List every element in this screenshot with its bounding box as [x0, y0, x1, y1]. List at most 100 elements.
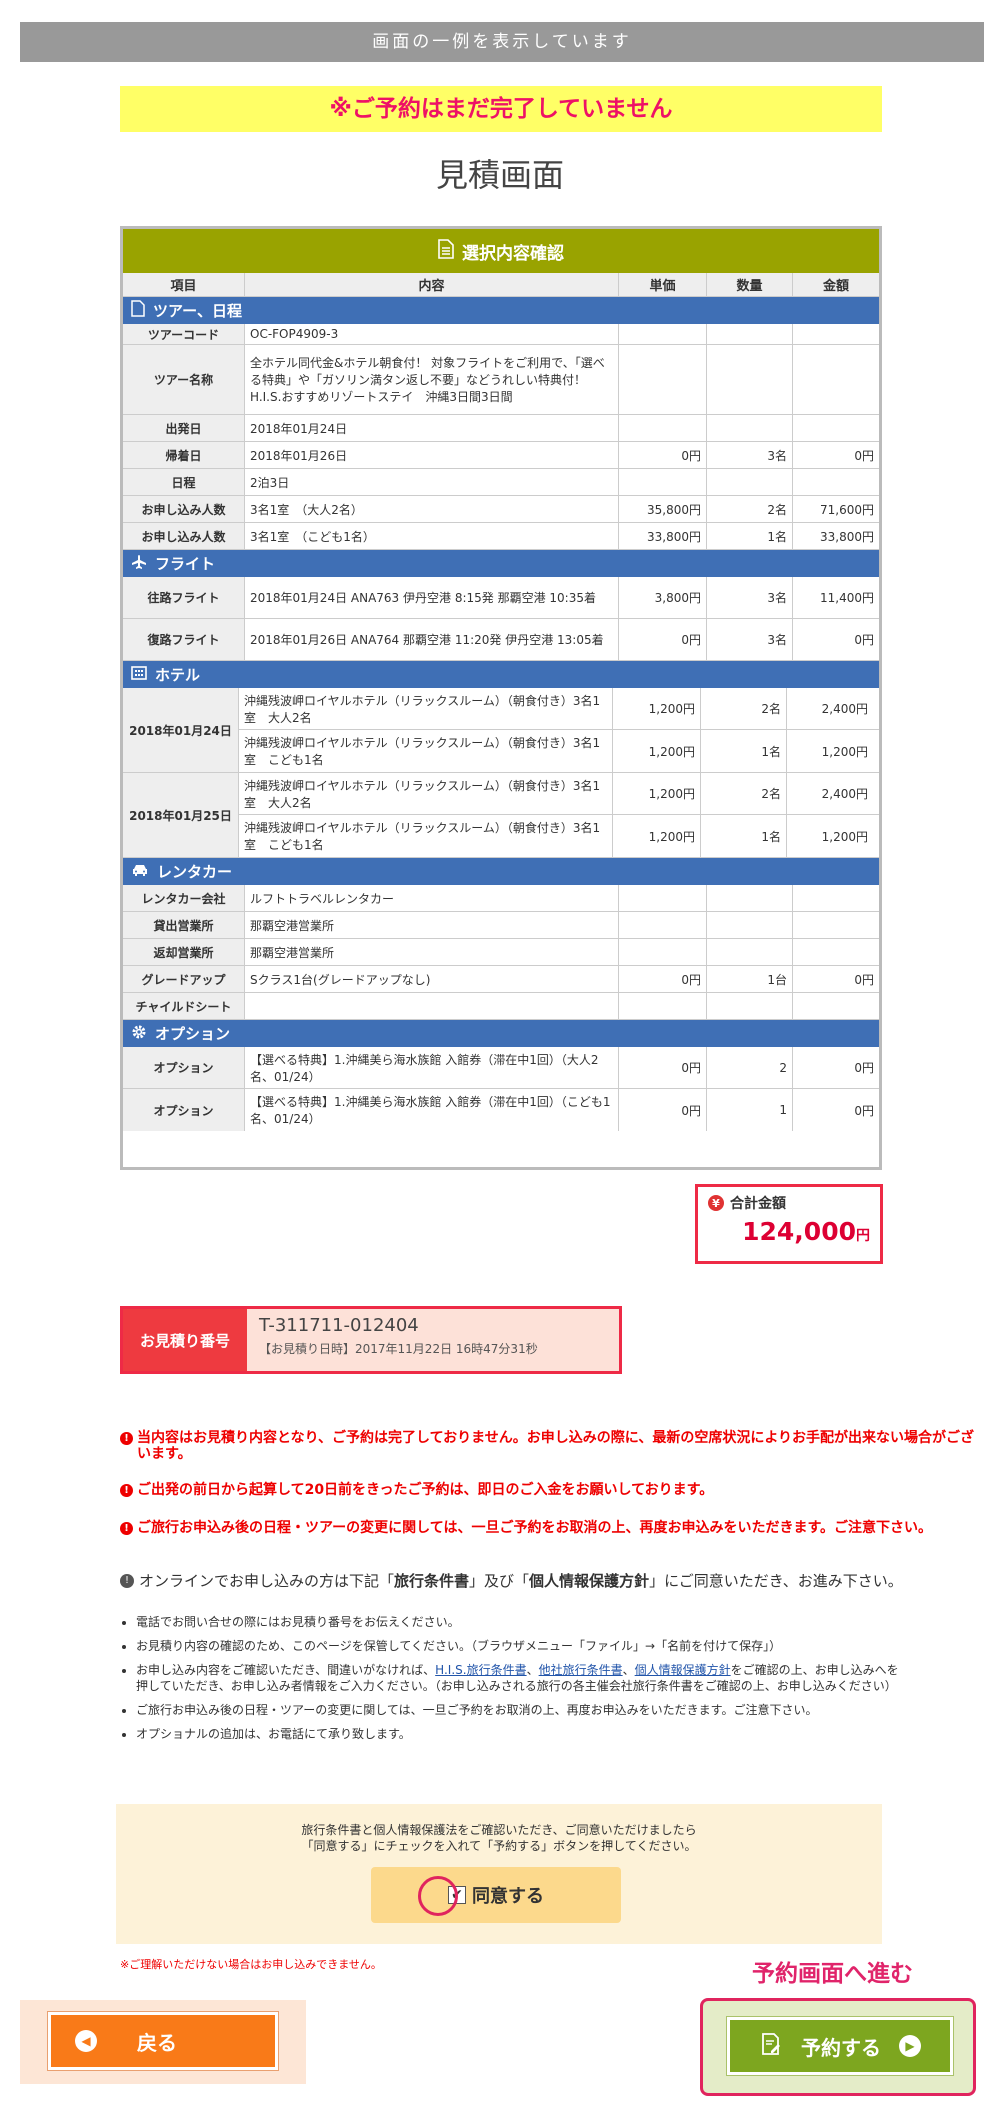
row-amount	[793, 469, 879, 495]
agreement-note: ※ご理解いただけない場合はお申し込みできません。	[120, 1958, 382, 1971]
table-row: 往路フライト 2018年01月24日 ANA763 伊丹空港 8:15発 那覇空…	[123, 577, 879, 619]
reserve-button[interactable]: 予約する ▶	[727, 2017, 953, 2075]
list-item: 電話でお問い合せの際にはお見積り番号をお伝えください。	[136, 1614, 900, 1630]
row-content: 【選べる特典】1.沖縄美ら海水族館 入館券（滞在中1回）（大人2名、01/24）	[245, 1047, 619, 1088]
row-amount: 1,200円	[821, 744, 868, 759]
row-label: お申し込み人数	[123, 523, 245, 549]
row-amount: 33,800円	[820, 529, 874, 544]
table-row: 復路フライト 2018年01月26日 ANA764 那覇空港 11:20発 伊丹…	[123, 619, 879, 661]
row-unit: 35,800円	[619, 496, 707, 522]
row-unit	[619, 993, 707, 1019]
back-button[interactable]: ◀ 戻る	[48, 2012, 278, 2070]
section-hotel: ホテル	[123, 661, 879, 688]
agree-toggle[interactable]: ✔ 同意する	[371, 1867, 621, 1923]
quote-date: 【お見積り日時】2017年11月22日 16時47分31秒	[259, 1342, 538, 1356]
list-item-text: お申し込み内容をご確認いただき、間違いがなければ、	[136, 1663, 436, 1677]
row-unit: 3,800円	[619, 577, 707, 618]
row-unit	[619, 912, 707, 938]
agreement-line: 「同意する」にチェックを入れて「予約する」ボタンを押してください。	[301, 1839, 697, 1853]
other-terms-link[interactable]: 他社旅行条件書	[539, 1663, 623, 1677]
row-amount	[793, 993, 879, 1019]
table-row: 日程 2泊3日	[123, 469, 879, 496]
table-row: ツアーコード OC-FOP4909-3	[123, 324, 879, 345]
row-label: 貸出営業所	[123, 912, 245, 938]
airplane-icon	[131, 554, 147, 574]
info-text: 」にご同意いただき、お進み下さい。	[649, 1572, 903, 1590]
table-row: 沖縄残波岬ロイヤルホテル（リラックスルーム）（朝食付き）3名1室 大人2名 1,…	[239, 773, 879, 815]
row-label: お申し込み人数	[123, 496, 245, 522]
selection-table: 選択内容確認 項目 内容 単価 数量 金額 ツアー、日程 ツアーコード OC-F…	[120, 226, 882, 1170]
row-content: 【選べる特典】1.沖縄美ら海水族館 入館券（滞在中1回）（こども1名、01/24…	[245, 1089, 619, 1131]
row-qty	[707, 469, 793, 495]
row-qty: 2名	[701, 688, 787, 729]
row-amount: 2,400円	[821, 702, 868, 716]
col-amount: 金額	[822, 279, 849, 294]
row-label: チャイルドシート	[123, 993, 245, 1019]
row-unit: 1,200円	[613, 815, 701, 857]
notes-list: 電話でお問い合せの際にはお見積り番号をお伝えください。 お見積り内容の確認のため…	[120, 1614, 900, 1750]
example-banner: 画面の一例を表示しています	[20, 22, 984, 62]
row-content: 沖縄残波岬ロイヤルホテル（リラックスルーム）（朝食付き）3名1室 大人2名	[239, 688, 613, 729]
row-qty: 2名	[707, 496, 793, 522]
row-unit: 0円	[619, 966, 707, 992]
section-flight: フライト	[123, 550, 879, 577]
row-amount: 0円	[854, 1103, 874, 1118]
row-unit	[619, 345, 707, 414]
row-content: 那覇空港営業所	[245, 912, 619, 938]
row-content: ルフトトラベルレンタカー	[245, 885, 619, 911]
warning-text: ご出発の前日から起算して20日前をきったご予約は、即日のご入金をお願いしておりま…	[137, 1482, 714, 1498]
table-row: ツアー名称 全ホテル同代金&ホテル朝食付！ 対象フライトをご利用で、「選べる特典…	[123, 345, 879, 415]
consent-info-text: オンラインでお申し込みの方は下記「旅行条件書」及び「個人情報保護方針」にご同意い…	[139, 1570, 903, 1591]
yen-icon: ¥	[708, 1195, 724, 1211]
row-label: ツアー名称	[123, 345, 245, 414]
section-option: オプション	[123, 1020, 879, 1047]
his-terms-link[interactable]: H.I.S.旅行条件書	[435, 1663, 526, 1677]
row-label: 往路フライト	[123, 577, 245, 618]
list-item-text: 、	[526, 1663, 539, 1677]
row-qty	[707, 912, 793, 938]
info-text: 」及び「	[469, 1572, 530, 1590]
page-title: 見積画面	[435, 156, 564, 194]
row-qty	[707, 345, 793, 414]
table-header: 選択内容確認	[123, 229, 879, 273]
section-title: ツアー、日程	[153, 302, 242, 320]
warning-message: ! ご旅行お申込み後の日程・ツアーの変更に関しては、一旦ご予約をお取消の上、再度…	[120, 1520, 980, 1536]
row-label: オプション	[123, 1089, 245, 1131]
gear-icon	[131, 1024, 147, 1044]
list-item-text: 、	[622, 1663, 635, 1677]
document-icon	[131, 300, 145, 321]
section-rental-car: レンタカー	[123, 858, 879, 885]
list-item: お見積り内容の確認のため、このページを保管してください。（ブラウザメニュー「ファ…	[136, 1638, 900, 1654]
row-unit: 33,800円	[619, 523, 707, 549]
alert-icon: !	[120, 1573, 134, 1588]
quote-number-box: お見積り番号 T-311711-012404 【お見積り日時】2017年11月2…	[120, 1306, 622, 1374]
total-value: 124,000	[742, 1217, 856, 1246]
row-content: 全ホテル同代金&ホテル朝食付！ 対象フライトをご利用で、「選べる特典」や「ガソリ…	[245, 345, 619, 414]
alert-icon: !	[120, 1484, 133, 1497]
section-title: フライト	[155, 555, 216, 573]
list-item: オプショナルの追加は、お電話にて承り致します。	[136, 1726, 900, 1742]
row-content: 2泊3日	[245, 469, 619, 495]
row-unit	[619, 324, 707, 344]
row-amount	[793, 324, 879, 344]
section-tour: ツアー、日程	[123, 297, 879, 324]
total-amount-box: ¥ 合計金額 124,000円	[695, 1184, 883, 1264]
quote-label: お見積り番号	[123, 1309, 247, 1371]
row-content: OC-FOP4909-3	[245, 324, 619, 344]
row-amount: 0円	[854, 972, 874, 987]
row-amount: 0円	[854, 448, 874, 463]
hotel-icon	[131, 665, 147, 684]
row-unit: 1,200円	[613, 730, 701, 772]
row-qty	[707, 885, 793, 911]
privacy-policy-link[interactable]: 個人情報保護方針	[635, 1663, 731, 1677]
row-unit: 1,200円	[613, 688, 701, 729]
total-label-row: ¥ 合計金額	[708, 1193, 870, 1213]
hotel-date-group: 2018年01月24日 沖縄残波岬ロイヤルホテル（リラックスルーム）（朝食付き）…	[123, 688, 879, 773]
row-label: 返却営業所	[123, 939, 245, 965]
table-header-label: 選択内容確認	[462, 243, 564, 264]
hotel-date: 2018年01月24日	[123, 688, 239, 772]
row-content: 沖縄残波岬ロイヤルホテル（リラックスルーム）（朝食付き）3名1室 こども1名	[239, 730, 613, 772]
row-unit: 0円	[619, 619, 707, 660]
back-button-area: ◀ 戻る	[20, 2000, 306, 2084]
agreement-section: 旅行条件書と個人情報保護法をご確認いただき、ご同意いただけましたら 「同意する」…	[116, 1804, 882, 1944]
